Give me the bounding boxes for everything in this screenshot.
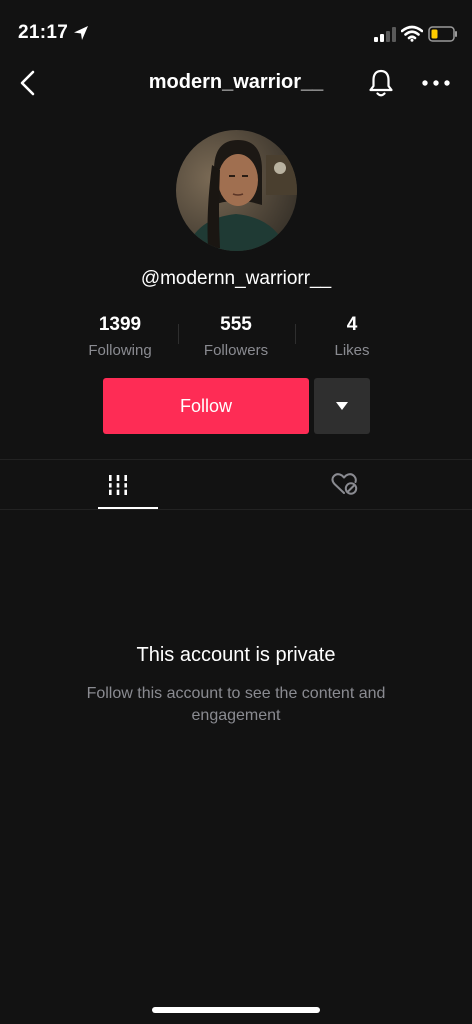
caret-down-icon bbox=[336, 402, 348, 410]
private-account-description: Follow this account to see the content a… bbox=[86, 685, 386, 724]
location-arrow-icon bbox=[74, 26, 88, 40]
stat-following[interactable]: 1399 Following bbox=[60, 314, 180, 359]
more-options-icon[interactable] bbox=[421, 76, 451, 90]
follow-button[interactable]: Follow bbox=[103, 378, 309, 434]
nav-bar: modern_warrior__ bbox=[0, 60, 472, 106]
liked-hidden-icon bbox=[331, 473, 358, 495]
stat-following-label: Following bbox=[88, 342, 152, 359]
suggested-accounts-button[interactable] bbox=[314, 378, 370, 434]
battery-icon bbox=[428, 26, 457, 42]
avatar[interactable] bbox=[176, 130, 297, 251]
page-title: modern_warrior__ bbox=[148, 71, 324, 93]
private-account-title: This account is private bbox=[136, 644, 336, 666]
bell-icon[interactable] bbox=[367, 68, 395, 98]
stat-following-value: 1399 bbox=[98, 314, 142, 335]
profile-screen: 21:17 modern_warrior__ @modernn_warriorr… bbox=[0, 0, 472, 1024]
cellular-signal-icon bbox=[374, 27, 396, 42]
tab-liked[interactable] bbox=[236, 460, 472, 510]
status-bar: 21:17 bbox=[0, 0, 472, 60]
grid-icon bbox=[108, 475, 128, 495]
stat-followers-value: 555 bbox=[220, 314, 252, 335]
profile-username: @modernn_warriorr__ bbox=[140, 268, 332, 289]
wifi-icon bbox=[401, 25, 423, 42]
stat-followers-label: Followers bbox=[203, 342, 269, 359]
home-indicator[interactable] bbox=[152, 1007, 320, 1013]
stat-likes[interactable]: 4 Likes bbox=[292, 314, 412, 359]
stat-likes-value: 4 bbox=[346, 314, 358, 335]
stat-likes-label: Likes bbox=[334, 342, 370, 359]
divider bbox=[0, 509, 472, 510]
stat-followers[interactable]: 555 Followers bbox=[176, 314, 296, 359]
status-time: 21:17 bbox=[18, 22, 69, 43]
tab-videos[interactable] bbox=[0, 460, 236, 510]
